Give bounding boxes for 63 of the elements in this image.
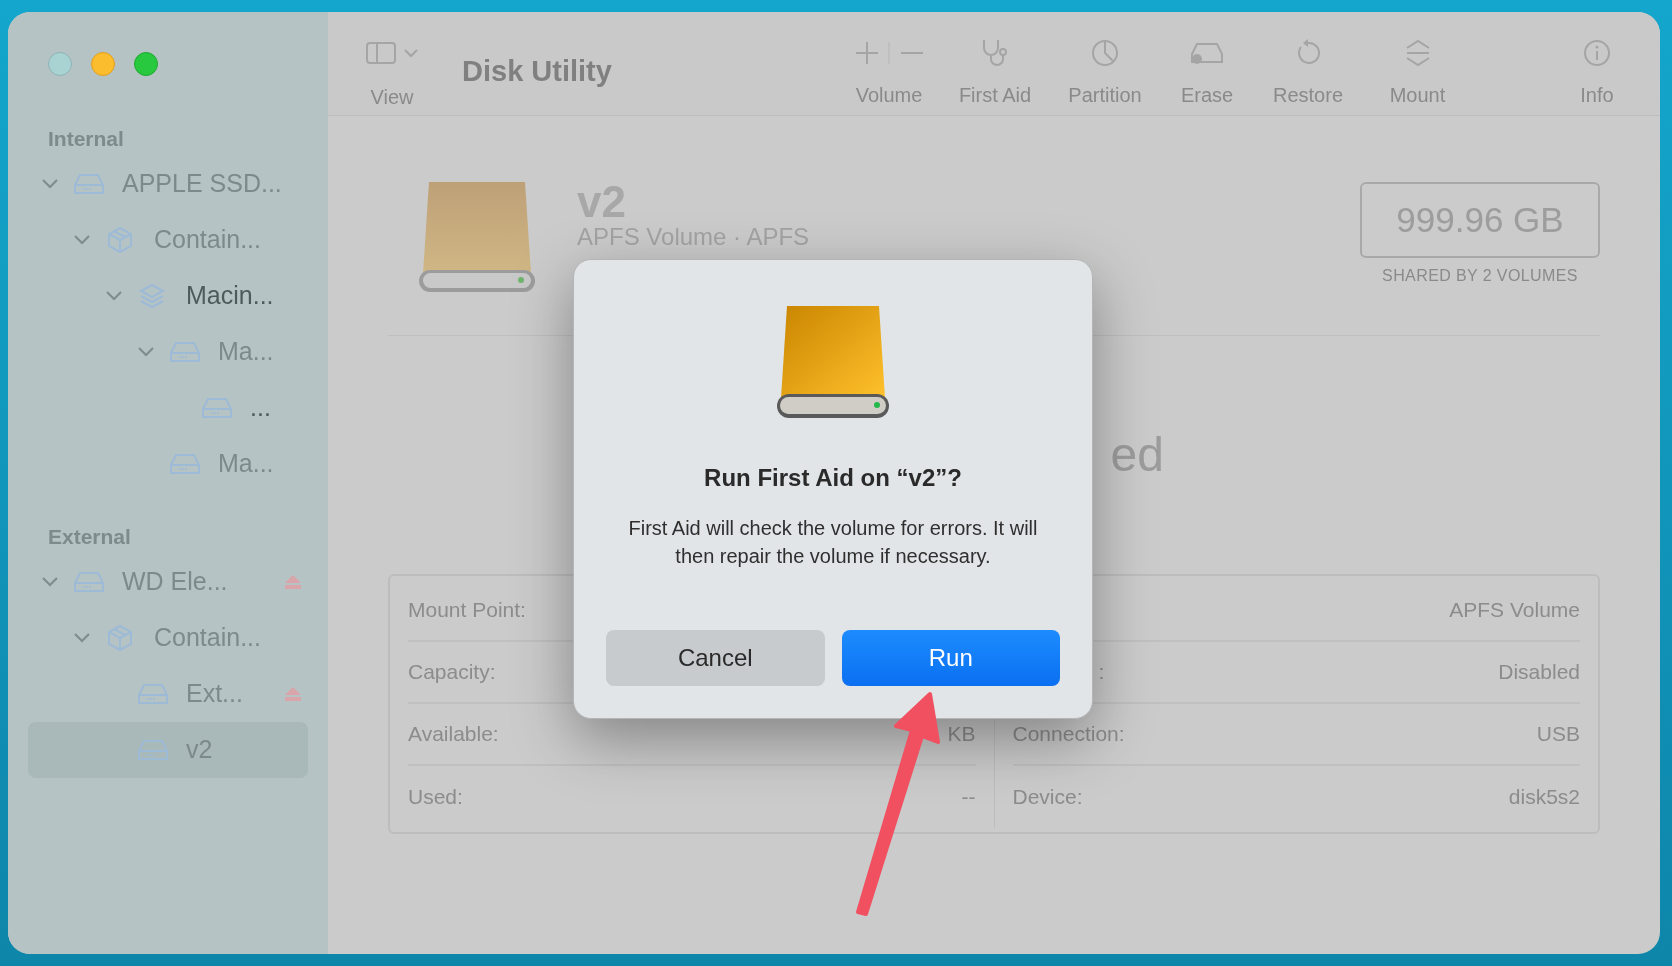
toolbar-button[interactable]: Partition [1053,38,1157,110]
eject-icon[interactable] [284,574,302,590]
window-title: Disk Utility [462,54,612,89]
chevron-icon[interactable] [106,291,122,301]
zoom-button[interactable] [134,52,158,76]
toolbar-button[interactable]: Erase [1157,38,1257,110]
drive-icon [138,683,168,705]
sidebar-item[interactable]: Macin... [28,268,308,324]
sidebar-item[interactable]: ... [28,380,308,436]
info-value: disk5s2 [1508,784,1580,811]
info-label: Capacity: [408,659,496,686]
toolbar-button[interactable]: Info [1476,38,1634,110]
cancel-button[interactable]: Cancel [606,630,825,686]
sidebar-item[interactable]: APPLE SSD... [28,156,308,212]
chevron-icon[interactable] [138,347,154,357]
sidebar-icon [366,42,396,64]
pie-chart-icon [1090,38,1120,68]
chevron-icon[interactable] [74,235,90,245]
drive-icon [202,397,232,419]
eject-icon[interactable] [284,686,302,702]
sidebar-item[interactable]: Contain... [28,610,308,666]
chevron-down-icon [404,48,418,58]
toolbar-button[interactable]: First Aid [937,38,1053,110]
info-value: USB [1536,721,1580,748]
toolbar-button[interactable]: Restore [1257,38,1359,110]
chevron-icon[interactable] [74,633,90,643]
drive-icon [170,341,200,363]
info-label: Used: [408,784,463,811]
cube-icon [106,226,134,254]
chevron-icon[interactable] [42,577,58,587]
close-button[interactable] [48,52,72,76]
run-button[interactable]: Run [841,630,1060,686]
toolbar-button[interactable]: Mount [1359,38,1476,110]
drive-icon [170,453,200,475]
section-header: Internal [47,126,125,153]
info-label: Available: [408,721,499,748]
dialog-message: First Aid will check the volume for errors. It will then repair the volume if necessary. [628,516,1038,569]
sidebar-item[interactable]: Ma... [28,324,308,380]
info-label: Mount Point: [408,597,526,624]
layers-icon [138,282,166,310]
section-header: External [47,524,132,551]
info-label: Connection: [1012,721,1125,748]
capacity-note: SHARED BY 2 VOLUMES [1382,266,1578,286]
sidebar-item[interactable]: Ma... [28,436,308,492]
cube-icon [106,624,134,652]
minimize-button[interactable] [91,52,115,76]
external-drive-icon [775,304,891,420]
dialog-title: Run First Aid on “v2”? [704,463,962,493]
toolbar-button[interactable]: Volume [841,38,937,110]
info-label: Device: [1012,784,1083,811]
info-value: Disabled [1498,659,1580,686]
drive-icon [138,739,168,761]
sidebar-item[interactable]: Contain... [28,212,308,268]
info-label: : [1097,659,1105,686]
drive-icon [74,173,104,195]
view-label: View [370,85,414,110]
info-value: -- [961,784,976,811]
sidebar-item[interactable]: Ext... [28,666,308,722]
drive-icon [74,571,104,593]
info-value: APFS Volume [1449,597,1580,624]
info-icon [1582,38,1612,68]
sidebar-item[interactable]: WD Ele... [28,554,308,610]
chevron-icon[interactable] [42,179,58,189]
